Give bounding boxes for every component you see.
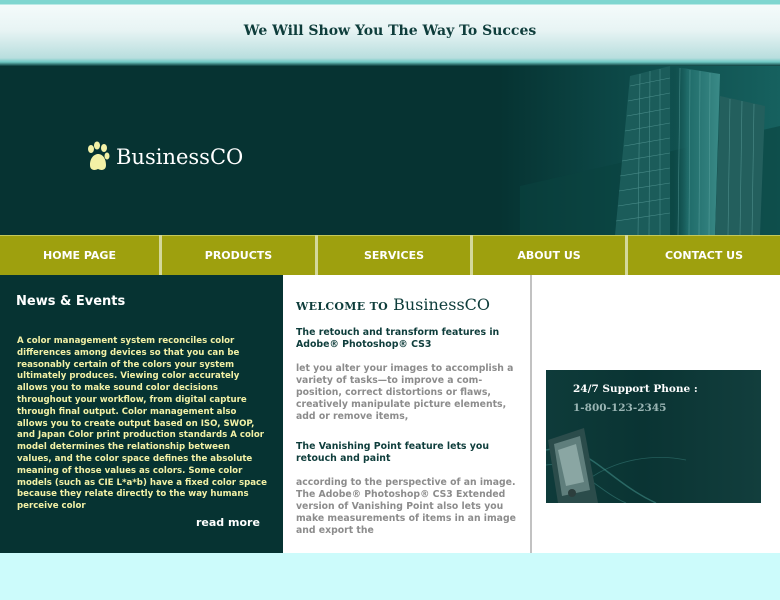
nav-home[interactable]: HOME PAGE xyxy=(0,235,159,275)
news-panel: News & Events A color management system … xyxy=(0,275,283,553)
welcome-panel: WELCOME TO BusinessCO The retouch and tr… xyxy=(283,275,530,553)
article-body: let you alter your images to accomplish … xyxy=(296,363,514,422)
nav-contact[interactable]: CONTACT US xyxy=(628,235,780,275)
news-body: A color management system reconciles col… xyxy=(17,336,267,512)
brand-name: BusinessCO xyxy=(116,145,244,169)
article-body: according to the perspective of an image… xyxy=(296,477,516,536)
skyscraper-illustration xyxy=(520,66,780,235)
news-title: News & Events xyxy=(16,294,126,309)
welcome-heading: WELCOME TO BusinessCO xyxy=(296,295,490,314)
main-nav: HOME PAGE PRODUCTS SERVICES ABOUT US CON… xyxy=(0,235,780,275)
article-heading: The retouch and transform features in Ad… xyxy=(296,327,500,350)
welcome-prefix: WELCOME TO xyxy=(296,300,388,313)
nav-products[interactable]: PRODUCTS xyxy=(162,235,315,275)
support-label: 24/7 Support Phone : xyxy=(573,383,698,395)
support-phone[interactable]: 1-800-123-2345 xyxy=(573,402,666,414)
top-banner: We Will Show You The Way To Succes xyxy=(0,0,780,66)
brand-logo[interactable]: BusinessCO xyxy=(86,141,243,173)
nav-about[interactable]: ABOUT US xyxy=(473,235,625,275)
nav-services[interactable]: SERVICES xyxy=(318,235,470,275)
welcome-brand: BusinessCO xyxy=(393,295,491,314)
read-more-link[interactable]: read more xyxy=(196,516,260,529)
right-panel: 24/7 Support Phone : 1-800-123-2345 xyxy=(532,275,780,553)
hero-banner: BusinessCO xyxy=(0,66,780,235)
paw-print-icon xyxy=(88,141,110,170)
tagline: We Will Show You The Way To Succes xyxy=(243,23,537,39)
support-box[interactable]: 24/7 Support Phone : 1-800-123-2345 xyxy=(546,370,761,503)
article-heading: The Vanishing Point feature lets you ret… xyxy=(296,441,489,464)
